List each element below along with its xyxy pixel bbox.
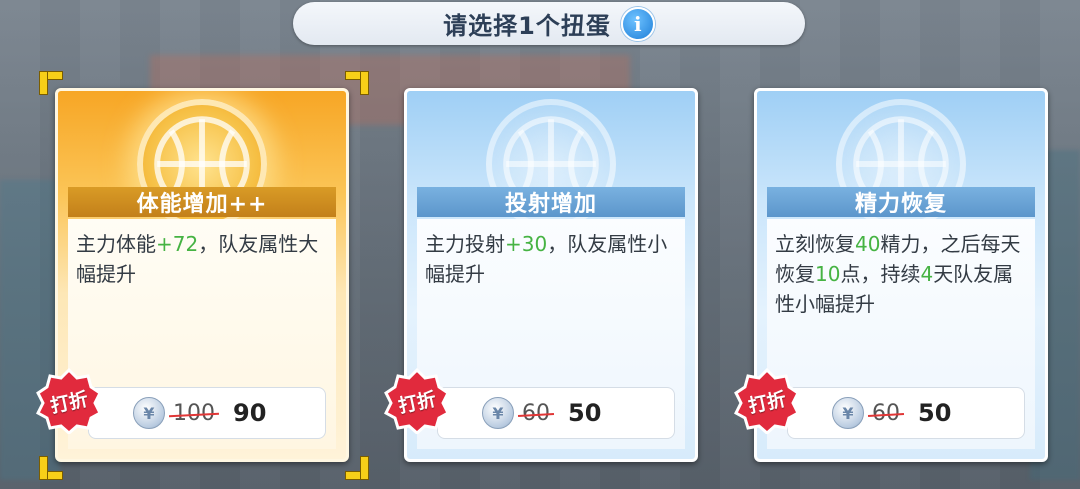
page-title: 请选择1个扭蛋 (443, 12, 611, 40)
card-description: 立刻恢复40精力，之后每天恢复10点，持续4天队友属性小幅提升 (775, 232, 1021, 316)
card-description: 主力体能+72，队友属性大幅提升 (76, 232, 319, 286)
title-bar: 请选择1个扭蛋 i (293, 2, 805, 45)
original-price: 100 (173, 400, 215, 426)
info-icon[interactable]: i (620, 6, 655, 41)
selection-corner-icon (344, 72, 368, 96)
price-box: ¥ 60 50 (437, 387, 675, 439)
card-title: 精力恢复 (767, 187, 1035, 217)
card-body: 主力体能+72，队友属性大幅提升 ¥ 100 90 (68, 219, 336, 449)
card-body: 主力投射+30，队友属性小幅提升 ¥ 60 50 (417, 219, 685, 449)
discount-price: 90 (233, 399, 267, 427)
price-box: ¥ 100 90 (88, 387, 326, 439)
selection-corner-icon (40, 72, 64, 96)
selection-corner-icon (40, 455, 64, 479)
coin-icon: ¥ (482, 397, 514, 429)
card-description: 主力投射+30，队友属性小幅提升 (425, 232, 668, 286)
coin-icon: ¥ (832, 397, 864, 429)
original-price: 60 (872, 400, 900, 426)
discount-price: 50 (918, 399, 952, 427)
card-title: 体能增加++ (68, 187, 336, 217)
discount-badge: 打折 (36, 368, 102, 434)
original-price: 60 (522, 400, 550, 426)
background-wall-left (0, 180, 60, 480)
card-body: 立刻恢复40精力，之后每天恢复10点，持续4天队友属性小幅提升 ¥ 60 50 (767, 219, 1035, 449)
discount-price: 50 (568, 399, 602, 427)
selection-corner-icon (344, 455, 368, 479)
card-title: 投射增加 (417, 187, 685, 217)
discount-badge: 打折 (734, 368, 800, 434)
coin-icon: ¥ (133, 397, 165, 429)
discount-badge: 打折 (384, 368, 450, 434)
price-box: ¥ 60 50 (787, 387, 1025, 439)
